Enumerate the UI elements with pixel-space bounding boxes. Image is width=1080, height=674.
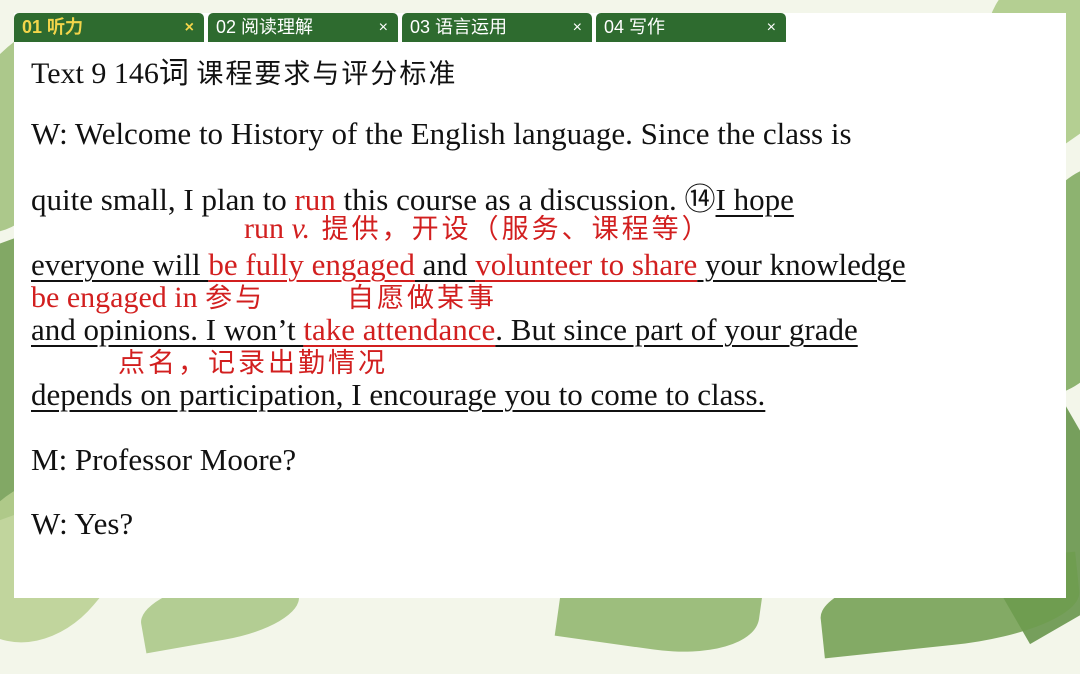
note-zh: 提供，开设（服务、课程等） — [310, 214, 712, 245]
highlight-engaged: be fully engaged — [208, 247, 415, 282]
transcript-line: depends on participation, I encourage yo… — [31, 377, 766, 412]
slide-content: Text 9 146词 课程要求与评分标准 W: Welcome to Hist… — [0, 0, 1080, 608]
title-en: Text 9 146词 — [31, 57, 197, 90]
underlined-text: . But since part of your grade — [495, 312, 858, 347]
transcript-line: W: Welcome to History of the English lan… — [31, 116, 852, 151]
note-en: be engaged in — [31, 281, 206, 314]
underlined-text: your knowledge — [697, 247, 906, 282]
transcript-line: W: Yes? — [31, 506, 134, 541]
highlight-attendance: take attendance — [303, 312, 496, 347]
note-en: run — [244, 212, 292, 245]
note-zh: 参与 — [205, 283, 266, 314]
underlined-text: and opinions. I won’t — [31, 312, 304, 347]
underlined-text: and — [414, 247, 476, 282]
note-pos: v. — [291, 212, 311, 245]
title-zh: 课程要求与评分标准 — [196, 59, 458, 90]
highlight-volunteer: volunteer to share — [475, 247, 698, 282]
page-title: Text 9 146词 课程要求与评分标准 — [31, 56, 457, 93]
transcript-line: and opinions. I won’t take attendance. B… — [31, 312, 858, 348]
transcript-line: M: Professor Moore? — [31, 442, 297, 477]
note-zh: 点名，记录出勤情况 — [118, 348, 388, 379]
underlined-text: everyone will — [31, 247, 209, 282]
transcript-line: everyone will be fully engaged and volun… — [31, 247, 906, 283]
note-zh: 自愿做某事 — [347, 283, 497, 314]
annotation-attendance: 点名，记录出勤情况 — [118, 346, 388, 381]
underlined-text: I hope — [715, 182, 794, 217]
annotation-volunteer: 自愿做某事 — [347, 281, 497, 316]
annotation-run: run v. 提供，开设（服务、课程等） — [244, 212, 712, 247]
annotation-engaged: be engaged in 参与 — [31, 281, 265, 316]
